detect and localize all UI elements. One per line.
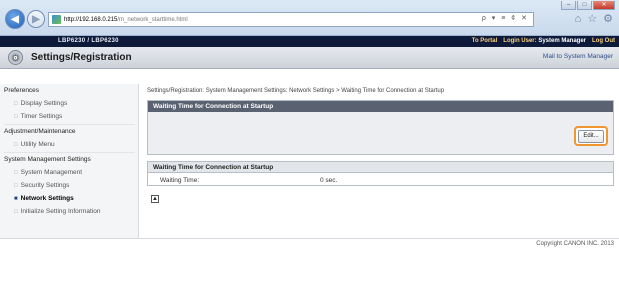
- sidebar-item-timer-settings[interactable]: Timer Settings: [14, 113, 63, 120]
- sidebar-heading-system-management[interactable]: System Management Settings: [4, 156, 91, 163]
- printer-header-links: To Portal Login User: System Manager Log…: [472, 38, 615, 44]
- forward-button[interactable]: ▶: [27, 10, 45, 28]
- footer-divider: [0, 238, 619, 239]
- settings-gear-icon: ⚙: [8, 50, 23, 65]
- minimize-button[interactable]: –: [561, 1, 576, 10]
- url-host: http://192.168.0.215: [64, 16, 118, 23]
- page-title: Settings/Registration: [31, 52, 132, 63]
- mail-system-manager-link[interactable]: Mail to System Manager: [543, 53, 613, 60]
- settings-section: Waiting Time for Connection at Startup E…: [147, 100, 614, 155]
- edit-button[interactable]: Edit...: [578, 129, 604, 143]
- sidebar-item-network-settings[interactable]: Network Settings: [14, 195, 74, 202]
- sidebar-divider: [4, 152, 135, 153]
- sidebar-item-security-settings[interactable]: Security Settings: [14, 182, 70, 189]
- sidebar-item-system-management[interactable]: System Management: [14, 169, 82, 176]
- back-to-top-icon[interactable]: ▲: [151, 195, 159, 203]
- logout-link[interactable]: Log Out: [592, 38, 615, 44]
- waiting-time-value: 0 sec.: [320, 177, 338, 184]
- address-bar[interactable]: http://192.168.0.215 /m_network_starttim…: [48, 12, 534, 27]
- login-user-label: Login User:: [503, 38, 537, 44]
- star-icon[interactable]: ☆: [587, 14, 597, 25]
- waiting-time-label: Waiting Time:: [160, 177, 200, 184]
- close-button[interactable]: ✕: [593, 1, 615, 10]
- printer-model: LBP6230 / LBP6230: [58, 38, 119, 44]
- gear-icon[interactable]: ⚙: [603, 14, 613, 25]
- section-title: Waiting Time for Connection at Startup: [148, 101, 613, 112]
- back-button[interactable]: ◀: [5, 9, 25, 29]
- sidebar-item-initialize-setting-information[interactable]: Initialize Setting Information: [14, 208, 101, 215]
- window-controls: – □ ✕: [561, 1, 615, 10]
- login-user-value: System Manager: [538, 38, 586, 44]
- copyright: Copyright CANON INC. 2013: [536, 241, 614, 247]
- edit-button-highlight: Edit...: [574, 126, 608, 146]
- title-bar: ⚙ Settings/Registration Mail to System M…: [0, 47, 619, 69]
- breadcrumb: Settings/Registration: System Management…: [147, 88, 445, 94]
- sidebar-item-display-settings[interactable]: Display Settings: [14, 100, 68, 107]
- sidebar-divider: [4, 124, 135, 125]
- sidebar-item-utility-menu[interactable]: Utility Menu: [14, 141, 55, 148]
- address-tools[interactable]: ρ ▾ ≡ ¢ ✕: [482, 14, 529, 22]
- sidebar-heading-adjustment[interactable]: Adjustment/Maintenance: [4, 128, 76, 135]
- maximize-button[interactable]: □: [577, 1, 592, 10]
- sidebar-heading-preferences[interactable]: Preferences: [4, 87, 39, 94]
- to-portal-link[interactable]: To Portal: [472, 38, 498, 44]
- sidebar: Preferences Display Settings Timer Setti…: [0, 84, 139, 238]
- detail-title: Waiting Time for Connection at Startup: [148, 162, 613, 173]
- browser-icons: ⌂ ☆ ⚙: [575, 14, 613, 25]
- detail-section: Waiting Time for Connection at Startup W…: [147, 161, 614, 186]
- home-icon[interactable]: ⌂: [575, 14, 582, 25]
- printer-header-bar: LBP6230 / LBP6230 To Portal Login User: …: [0, 36, 619, 47]
- url-path: /m_network_starttime.html: [117, 16, 188, 23]
- browser-toolbar: ◀ ▶ http://192.168.0.215 /m_network_star…: [0, 0, 619, 36]
- site-favicon-icon: [52, 15, 61, 24]
